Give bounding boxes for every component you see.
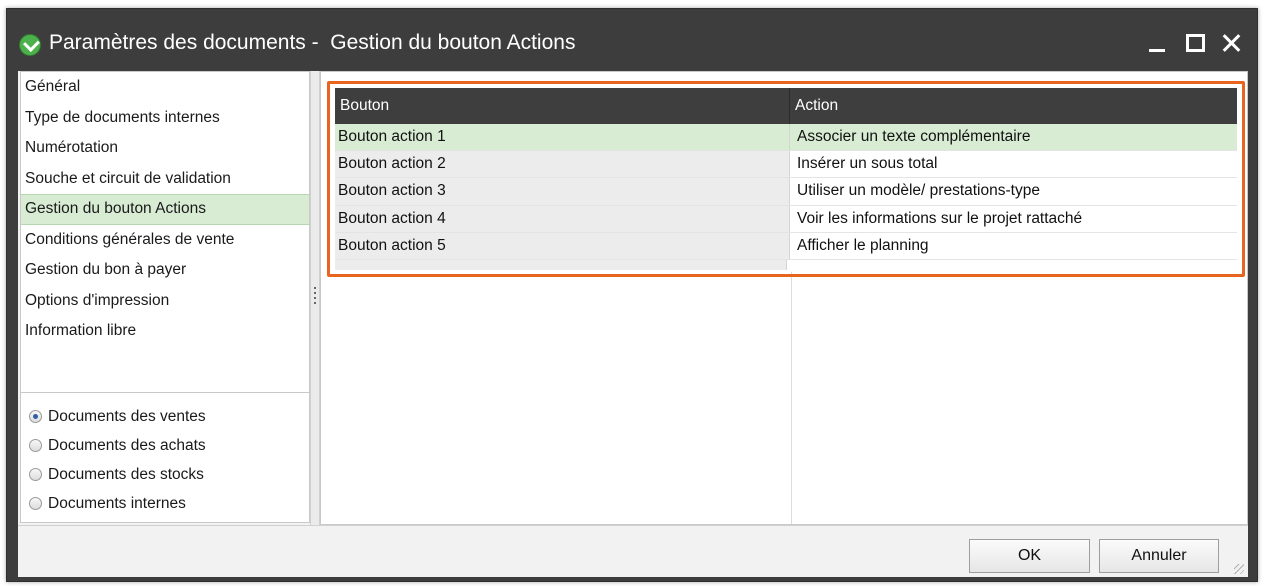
cancel-button[interactable]: Annuler	[1099, 539, 1219, 573]
sidebar-item-sales-conditions[interactable]: Conditions générales de vente	[21, 225, 309, 256]
radio-label: Documents internes	[48, 494, 186, 512]
minimize-icon[interactable]	[1139, 27, 1175, 57]
sidebar-item-general[interactable]: Général	[21, 72, 309, 103]
window-title: Paramètres des documents - Gestion du bo…	[49, 31, 576, 54]
title-bar[interactable]: Paramètres des documents - Gestion du bo…	[7, 9, 1257, 71]
sidebar-item-internal-doc-types[interactable]: Type de documents internes	[21, 103, 309, 134]
sidebar-divider	[21, 392, 309, 393]
sidebar-item-actions-button[interactable]: Gestion du bouton Actions	[21, 194, 309, 225]
dialog-footer: OK Annuler	[18, 525, 1248, 577]
sidebar-item-free-info[interactable]: Information libre	[21, 316, 309, 347]
resize-grip-icon[interactable]	[1234, 564, 1244, 574]
maximize-icon[interactable]	[1177, 27, 1213, 57]
column-separator	[791, 272, 792, 524]
highlight-annotation-box	[327, 81, 1245, 277]
radio-internal-documents[interactable]: Documents internes	[29, 489, 206, 518]
radio-label: Documents des stocks	[48, 465, 204, 483]
radio-stock-documents[interactable]: Documents des stocks	[29, 460, 206, 489]
sidebar-item-print-options[interactable]: Options d'impression	[21, 286, 309, 317]
radio-button-checked[interactable]	[29, 410, 42, 423]
app-logo-icon	[19, 34, 41, 56]
settings-nav-list: Général Type de documents internes Numér…	[21, 72, 309, 347]
radio-button[interactable]	[29, 468, 42, 481]
dialog-body: Général Type de documents internes Numér…	[18, 71, 1248, 525]
ok-button[interactable]: OK	[969, 539, 1090, 573]
radio-sales-documents[interactable]: Documents des ventes	[29, 402, 206, 431]
sidebar-item-numbering[interactable]: Numérotation	[21, 133, 309, 164]
close-icon[interactable]	[1213, 27, 1249, 57]
settings-sidebar: Général Type de documents internes Numér…	[20, 71, 310, 523]
dialog-window: Paramètres des documents - Gestion du bo…	[6, 8, 1258, 582]
panel-splitter[interactable]	[310, 71, 320, 525]
radio-button[interactable]	[29, 439, 42, 452]
splitter-grip-icon	[313, 287, 317, 311]
radio-label: Documents des achats	[48, 436, 206, 454]
radio-purchase-documents[interactable]: Documents des achats	[29, 431, 206, 460]
document-type-radio-group: Documents des ventes Documents des achat…	[29, 402, 206, 518]
radio-label: Documents des ventes	[48, 407, 206, 425]
sidebar-item-validation-circuit[interactable]: Souche et circuit de validation	[21, 164, 309, 195]
sidebar-item-payment-approval[interactable]: Gestion du bon à payer	[21, 255, 309, 286]
radio-button[interactable]	[29, 497, 42, 510]
